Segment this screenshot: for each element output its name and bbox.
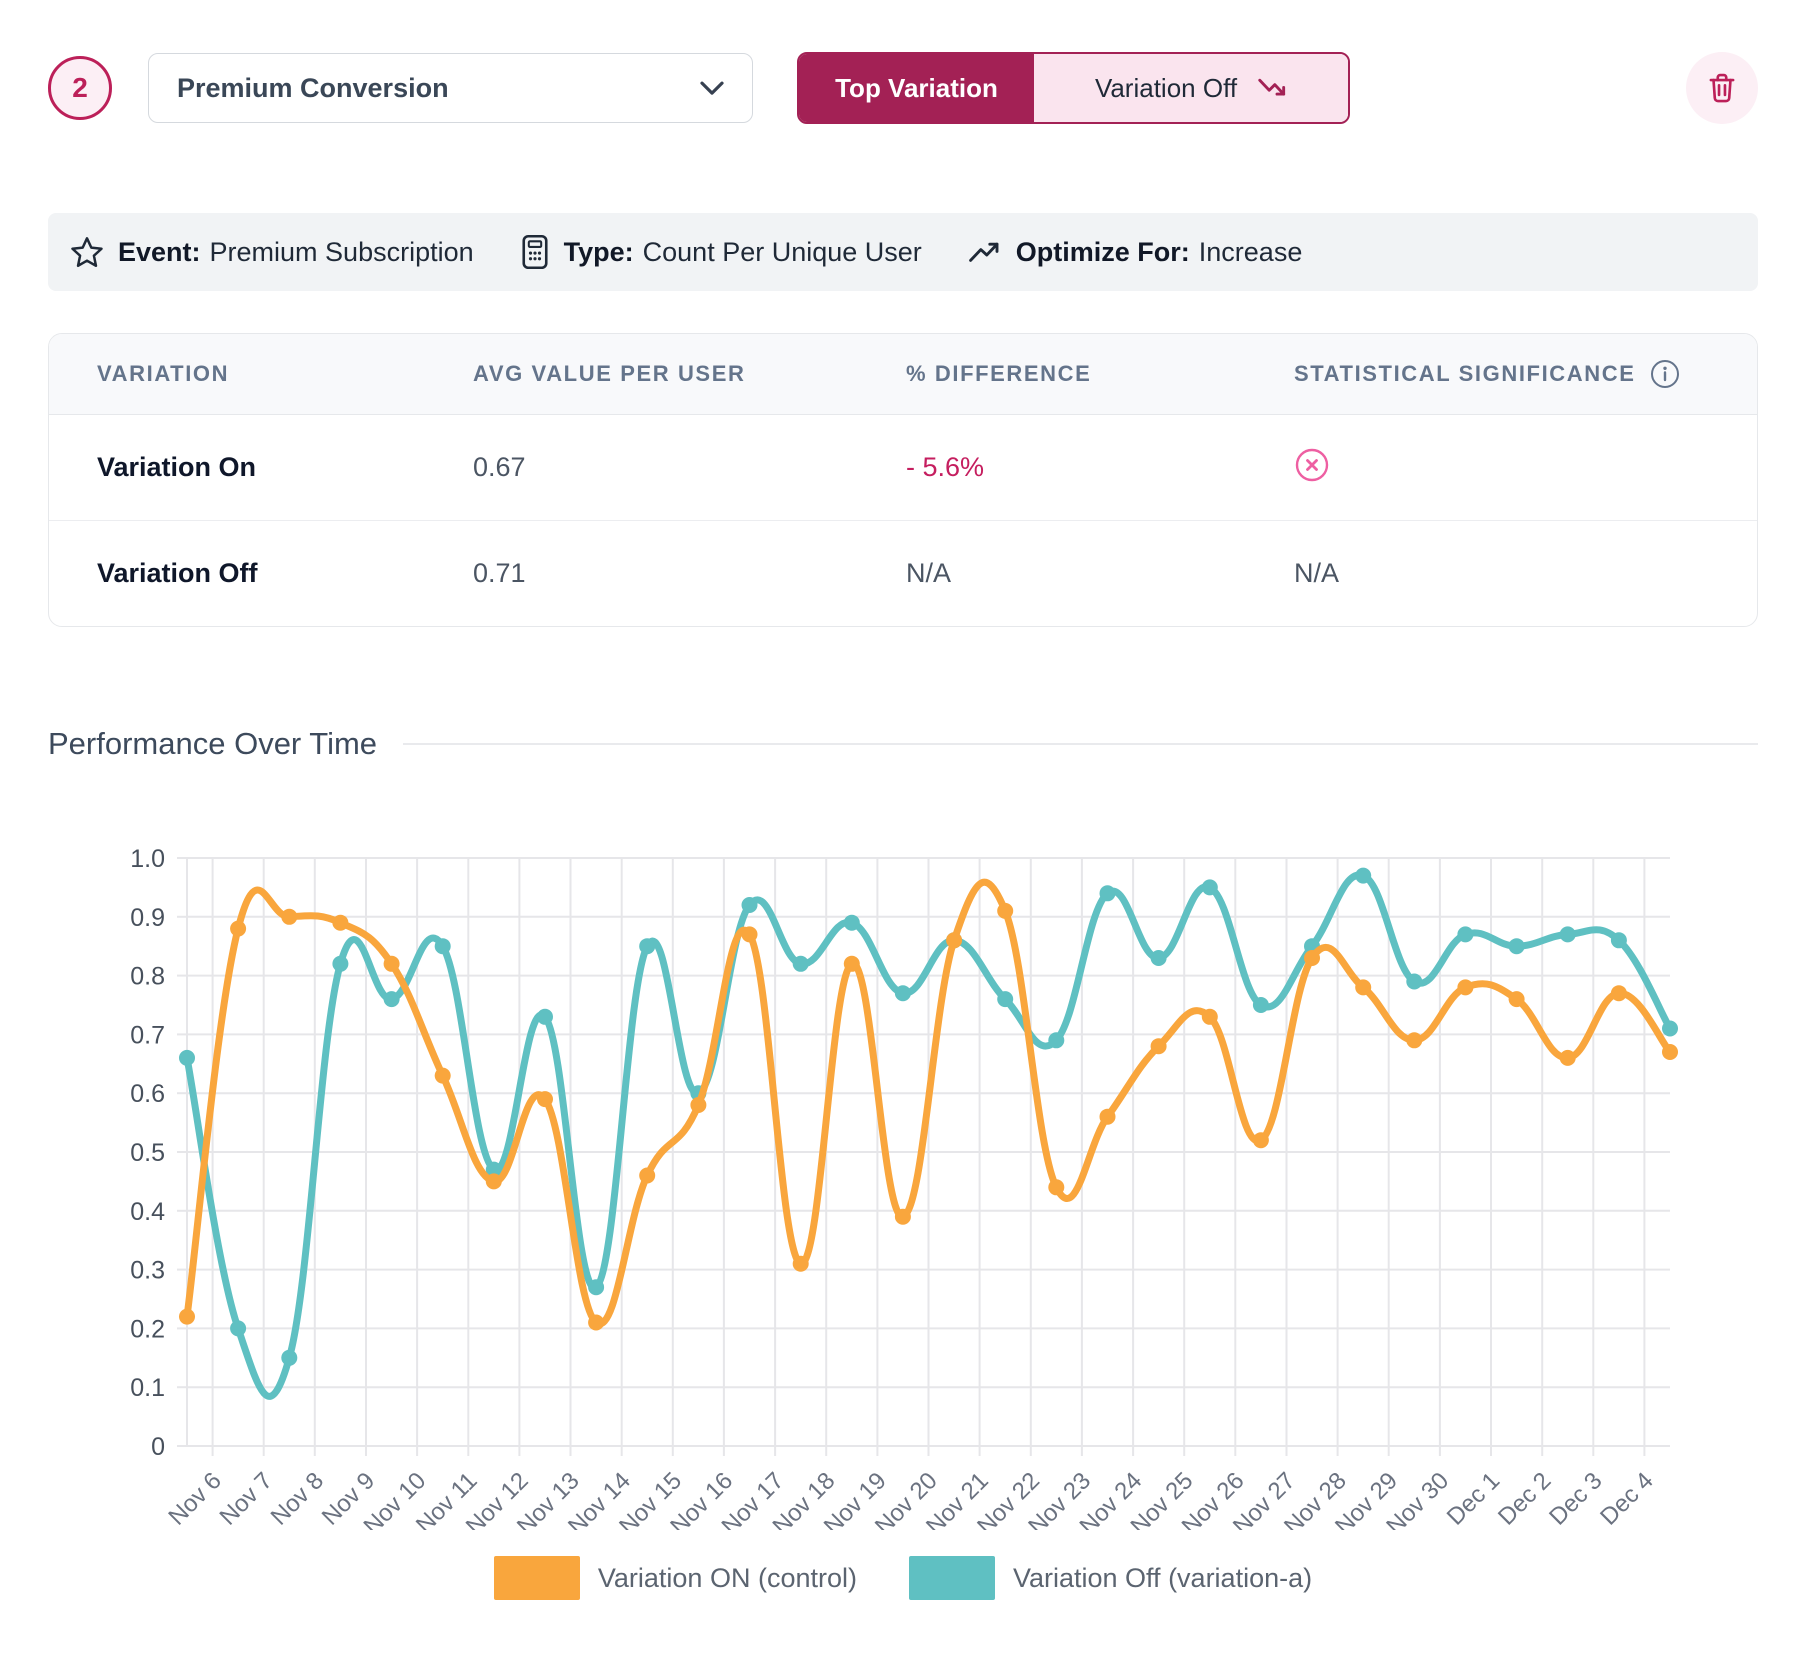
svg-text:Dec 3: Dec 3 [1544, 1467, 1607, 1530]
chart-title: Performance Over Time [48, 726, 377, 762]
legend-swatch [909, 1556, 995, 1600]
metric-info-bar: Event: Premium Subscription Type: Count … [48, 213, 1758, 291]
variation-results-table: VARIATION AVG VALUE PER USER % DIFFERENC… [48, 333, 1758, 627]
metric-header-row: 2 Premium Conversion Top Variation Varia… [48, 48, 1758, 128]
svg-text:0.2: 0.2 [130, 1315, 165, 1343]
event-info: Event: Premium Subscription [70, 236, 474, 269]
svg-text:Dec 4: Dec 4 [1595, 1467, 1658, 1530]
svg-text:0: 0 [151, 1433, 165, 1461]
legend-item: Variation Off (variation-a) [909, 1556, 1312, 1600]
star-icon [70, 236, 104, 269]
col-significance: STATISTICAL SIGNIFICANCE [1294, 359, 1757, 389]
type-info: Type: Count Per Unique User [520, 234, 922, 270]
event-label: Event: [118, 237, 201, 268]
legend-item: Variation ON (control) [494, 1556, 857, 1600]
chart-title-row: Performance Over Time [48, 716, 1758, 772]
performance-chart: 1.00.90.80.70.60.50.40.30.20.10Nov 6Nov … [0, 820, 1806, 1530]
trash-icon [1704, 70, 1740, 106]
variation-name: Variation On [97, 452, 473, 483]
svg-text:Dec 2: Dec 2 [1493, 1467, 1556, 1530]
toggle-top-variation[interactable]: Top Variation [799, 54, 1034, 122]
legend-label: Variation ON (control) [598, 1563, 857, 1594]
metric-select-value: Premium Conversion [177, 73, 449, 104]
trend-down-icon [1257, 78, 1287, 98]
legend-label: Variation Off (variation-a) [1013, 1563, 1312, 1594]
significance-value: N/A [1294, 558, 1757, 589]
col-variation: VARIATION [97, 361, 473, 387]
variation-name: Variation Off [97, 558, 473, 589]
significance-cell [1294, 447, 1757, 488]
experiment-metric-panel: 2 Premium Conversion Top Variation Varia… [0, 0, 1806, 1656]
svg-text:0.4: 0.4 [130, 1198, 165, 1226]
toggle-variation-off-label: Variation Off [1095, 73, 1237, 104]
svg-text:Nov 7: Nov 7 [215, 1467, 278, 1530]
avg-value: 0.67 [473, 452, 906, 483]
col-difference: % DIFFERENCE [906, 361, 1294, 387]
optimize-info: Optimize For: Increase [968, 237, 1303, 268]
legend-swatch [494, 1556, 580, 1600]
title-divider [403, 743, 1758, 745]
difference-value: N/A [906, 558, 1294, 589]
chart-legend: Variation ON (control) Variation Off (var… [0, 1556, 1806, 1600]
chevron-down-icon [700, 81, 724, 96]
trend-up-icon [968, 240, 1002, 264]
not-significant-icon [1294, 447, 1330, 483]
svg-text:Nov 6: Nov 6 [163, 1467, 226, 1530]
svg-text:Dec 1: Dec 1 [1442, 1467, 1505, 1530]
delete-metric-button[interactable] [1686, 52, 1758, 124]
table-row-variation-on: Variation On 0.67 - 5.6% [49, 415, 1757, 520]
svg-text:0.9: 0.9 [130, 904, 165, 932]
table-header-row: VARIATION AVG VALUE PER USER % DIFFERENC… [49, 334, 1757, 415]
event-value: Premium Subscription [210, 237, 474, 268]
avg-value: 0.71 [473, 558, 906, 589]
calculator-icon [520, 234, 550, 270]
col-avg-value: AVG VALUE PER USER [473, 361, 906, 387]
svg-text:0.3: 0.3 [130, 1257, 165, 1285]
variation-toggle: Top Variation Variation Off [797, 52, 1350, 124]
toggle-variation-off[interactable]: Variation Off [1034, 54, 1348, 122]
type-value: Count Per Unique User [643, 237, 922, 268]
difference-value: - 5.6% [906, 452, 1294, 483]
svg-text:1.0: 1.0 [130, 845, 165, 873]
metric-select-dropdown[interactable]: Premium Conversion [148, 53, 753, 123]
svg-text:0.7: 0.7 [130, 1021, 165, 1049]
info-icon[interactable] [1650, 359, 1680, 389]
optimize-label: Optimize For: [1016, 237, 1190, 268]
type-label: Type: [564, 237, 634, 268]
svg-text:0.1: 0.1 [130, 1374, 165, 1402]
metric-index-badge: 2 [48, 56, 112, 120]
svg-text:0.5: 0.5 [130, 1139, 165, 1167]
svg-text:0.6: 0.6 [130, 1080, 165, 1108]
svg-text:0.8: 0.8 [130, 963, 165, 991]
svg-text:Nov 8: Nov 8 [266, 1467, 329, 1530]
optimize-value: Increase [1199, 237, 1303, 268]
table-row-variation-off: Variation Off 0.71 N/A N/A [49, 520, 1757, 626]
